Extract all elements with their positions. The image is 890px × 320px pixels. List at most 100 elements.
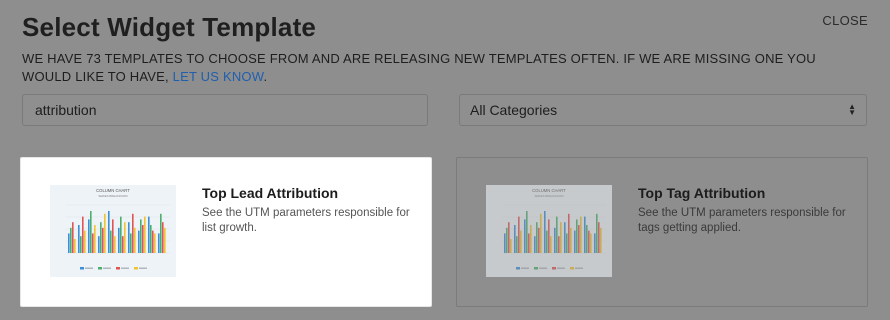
thumbnail-bar: [588, 230, 590, 253]
thumbnail-bar: [554, 227, 556, 253]
thumbnail-bar: [128, 222, 130, 253]
thumbnail-bar: [570, 227, 572, 253]
select-arrows-icon: ▲ ▼: [848, 102, 856, 117]
thumbnail-bar: [160, 213, 162, 253]
intro-end: .: [263, 69, 268, 84]
thumbnail-bar: [124, 222, 126, 253]
thumbnail-legend-swatch: [534, 267, 538, 270]
thumbnail-bar: [102, 227, 104, 253]
thumbnail-bar: [596, 213, 598, 253]
thumbnail-bar: [504, 233, 506, 253]
thumbnail-bar: [108, 211, 110, 253]
thumbnail-bar: [566, 233, 568, 253]
thumbnail-legend-label: [521, 267, 529, 269]
intro-text: WE HAVE 73 TEMPLATES TO CHOOSE FROM AND …: [22, 50, 822, 86]
thumbnail-bar: [574, 230, 576, 253]
thumbnail-legend-swatch: [516, 267, 520, 270]
thumbnail-bar: [546, 230, 548, 253]
thumbnail-legend-label: [139, 267, 147, 269]
thumbnail-bar: [88, 219, 90, 253]
thumbnail-legend-swatch: [134, 267, 138, 270]
thumbnail-bar: [558, 236, 560, 253]
thumbnail-bar: [520, 230, 522, 253]
thumbnail-legend-swatch: [116, 267, 120, 270]
thumbnail-bar: [92, 233, 94, 253]
template-title: Top Lead Attribution: [202, 185, 339, 201]
thumbnail-legend-swatch: [570, 267, 574, 270]
template-thumbnail: COLUMN CHARTSERIES BREAKDOWN: [486, 185, 612, 277]
thumbnail-bar: [84, 230, 86, 253]
thumbnail-bar: [162, 222, 164, 253]
thumbnail-bar: [550, 236, 552, 253]
category-select-value: All Categories: [470, 102, 558, 118]
thumbnail-bar: [140, 219, 142, 253]
close-button[interactable]: CLOSE: [822, 13, 868, 28]
thumbnail-bar: [150, 225, 152, 253]
thumbnail-bar: [534, 236, 536, 253]
thumbnail-bar: [134, 227, 136, 253]
template-thumbnail: COLUMN CHARTSERIES BREAKDOWN: [50, 185, 176, 277]
thumbnail-bar: [510, 239, 512, 253]
thumbnail-bar: [548, 219, 550, 253]
thumbnail-chart-subtitle: SERIES BREAKDOWN: [534, 194, 563, 198]
template-card-top-lead-attribution[interactable]: COLUMN CHART SERIES BREAKDOWN Top Lead At…: [20, 157, 432, 307]
thumbnail-bar: [138, 230, 140, 253]
modal-title: Select Widget Template: [22, 12, 317, 42]
thumbnail-bar: [528, 233, 530, 253]
thumbnail-legend-label: [557, 267, 565, 269]
thumbnail-legend-swatch: [98, 267, 102, 270]
thumbnail-legend-label: [539, 267, 547, 269]
thumbnail-bar: [580, 216, 582, 253]
thumbnail-bar: [578, 225, 580, 253]
thumbnail-legend-swatch: [80, 267, 84, 270]
template-card-top-tag-attribution[interactable]: COLUMN CHART SERIES BREAKDOWN Top Tag Att…: [456, 157, 868, 307]
thumbnail-bar: [600, 227, 602, 253]
thumbnail-chart-title: COLUMN CHART: [532, 188, 566, 193]
thumbnail-bar: [98, 236, 100, 253]
thumbnail-bar: [564, 222, 566, 253]
thumbnail-bar: [118, 227, 120, 253]
thumbnail-legend-label: [121, 267, 129, 269]
thumbnail-bar: [152, 230, 154, 253]
thumbnail-bar: [590, 233, 592, 253]
thumbnail-bar: [576, 219, 578, 253]
thumbnail-bar: [110, 230, 112, 253]
thumbnail-bar: [130, 233, 132, 253]
thumbnail-legend-swatch: [552, 267, 556, 270]
thumbnail-chart-title: COLUMN CHART: [96, 188, 130, 193]
intro-body: WE HAVE 73 TEMPLATES TO CHOOSE FROM AND …: [22, 51, 816, 84]
thumbnail-bar: [132, 213, 134, 253]
thumbnail-bar: [524, 219, 526, 253]
thumbnail-bar: [514, 225, 516, 253]
thumbnail-bar: [74, 239, 76, 253]
thumbnail-bar: [104, 213, 106, 253]
thumbnail-bar: [158, 233, 160, 253]
thumbnail-bar: [544, 211, 546, 253]
search-input[interactable]: [22, 94, 428, 126]
template-title: Top Tag Attribution: [638, 185, 766, 201]
thumbnail-bar: [560, 222, 562, 253]
thumbnail-bar: [68, 233, 70, 253]
category-select[interactable]: All Categories ▲ ▼: [459, 94, 867, 126]
thumbnail-bar: [526, 211, 528, 253]
thumbnail-bar: [538, 227, 540, 253]
template-description: See the UTM parameters responsible for l…: [202, 207, 410, 234]
thumbnail-bar: [144, 216, 146, 253]
thumbnail-bar: [516, 236, 518, 253]
thumbnail-bar: [72, 222, 74, 253]
let-us-know-link[interactable]: LET US KNOW: [173, 69, 264, 84]
thumbnail-bar: [90, 211, 92, 253]
thumbnail-bar: [78, 225, 80, 253]
thumbnail-bar: [536, 222, 538, 253]
thumbnail-bar: [80, 236, 82, 253]
thumbnail-bar: [540, 213, 542, 253]
thumbnail-bar: [598, 222, 600, 253]
thumbnail-bar: [508, 222, 510, 253]
thumbnail-chart-subtitle: SERIES BREAKDOWN: [98, 194, 127, 198]
thumbnail-bar: [584, 216, 586, 253]
thumbnail-bar: [556, 216, 558, 253]
thumbnail-bar: [506, 227, 508, 253]
thumbnail-bar: [100, 222, 102, 253]
thumbnail-legend-label: [85, 267, 93, 269]
thumbnail-bar: [82, 216, 84, 253]
